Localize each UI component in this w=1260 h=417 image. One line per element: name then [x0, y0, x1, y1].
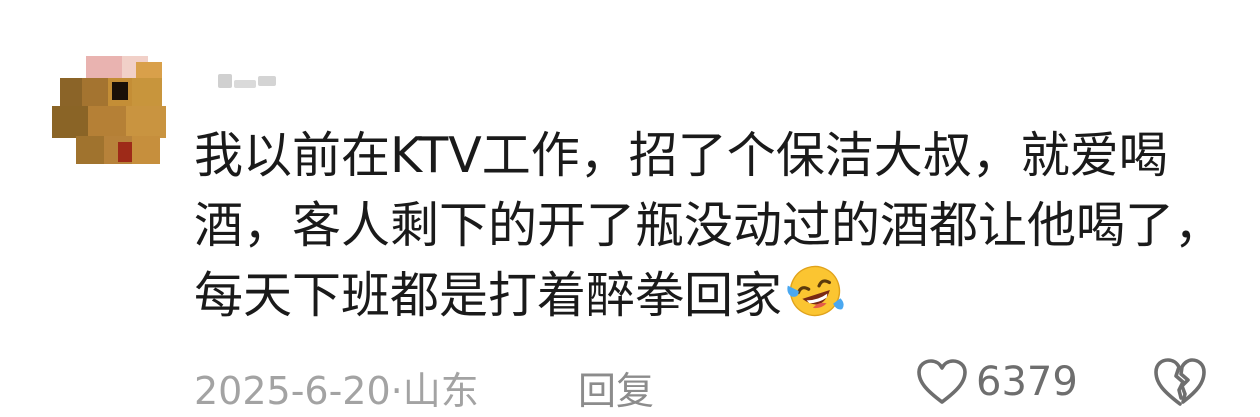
broken-heart-icon [1154, 358, 1206, 406]
dislike-button[interactable] [1152, 356, 1208, 408]
comment-line: 我以前在KTV工作，招了个保洁大叔，就爱喝 [194, 127, 1168, 184]
laughing-crying-emoji-icon [787, 265, 844, 317]
comment-line-text: 每天下班都是打着醉拳回家 [194, 267, 783, 324]
heart-outline-icon [917, 359, 967, 404]
comment-text: 我以前在KTV工作，招了个保洁大叔，就爱喝 酒，客人剩下的开了瓶没动过的酒都让他… [194, 121, 1224, 331]
comment-date-location: 2025-6-20·山东 [194, 369, 479, 413]
comment-meta: 2025-6-20·山东 回复 6379 [194, 352, 1254, 415]
comment-line: 酒，客人剩下的开了瓶没动过的酒都让他喝了， [194, 197, 1224, 254]
reply-button[interactable]: 回复 [578, 360, 654, 415]
like-button[interactable]: 6379 [916, 356, 1078, 408]
like-count: 6379 [976, 359, 1078, 405]
comment-line: 每天下班都是打着醉拳回家 [194, 261, 1194, 331]
username[interactable] [212, 64, 282, 94]
avatar[interactable] [52, 56, 172, 164]
